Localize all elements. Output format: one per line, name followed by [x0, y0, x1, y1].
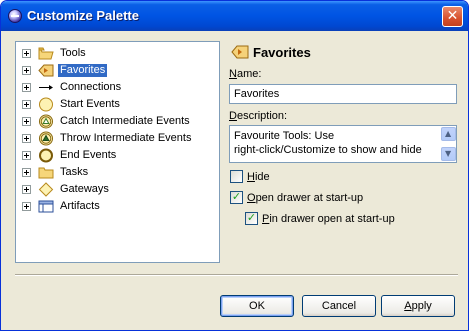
close-button[interactable]: ✕ — [442, 6, 463, 27]
eclipse-icon — [8, 9, 22, 23]
tree-item-tasks[interactable]: Tasks — [16, 164, 219, 181]
tree-item-label: Favorites — [58, 64, 108, 77]
expand-icon[interactable] — [22, 117, 31, 126]
end-event-icon — [39, 148, 53, 163]
check-icon: ✓ — [246, 211, 257, 224]
check-icon: ✓ — [231, 190, 242, 203]
separator — [15, 274, 458, 276]
ok-button[interactable]: OK — [220, 295, 294, 317]
expand-icon[interactable] — [22, 202, 31, 211]
expand-icon[interactable] — [22, 49, 31, 58]
expand-icon[interactable] — [22, 134, 31, 143]
customize-palette-dialog: Customize Palette ✕ Tools Favorites Conn… — [0, 0, 469, 331]
chevron-up-icon: ▲ — [445, 129, 452, 138]
tree-item-end-events[interactable]: End Events — [16, 147, 219, 164]
chevron-down-icon: ▼ — [445, 149, 452, 158]
favorites-icon — [231, 45, 249, 59]
start-event-icon — [39, 97, 53, 112]
pin-drawer-checkbox[interactable]: ✓ — [245, 211, 258, 225]
tree-item-label: Tools — [60, 47, 86, 59]
task-folder-icon — [38, 167, 54, 179]
tree-item-label: Tasks — [60, 166, 89, 178]
favorites-icon — [38, 64, 54, 77]
palette-tree[interactable]: Tools Favorites Connections Start Events — [15, 41, 220, 263]
tree-item-label: End Events — [60, 149, 117, 161]
tree-item-throw-intermediate-events[interactable]: Throw Intermediate Events — [16, 130, 219, 147]
open-drawer-checkbox[interactable]: ✓ — [230, 190, 243, 204]
expand-icon[interactable] — [22, 151, 31, 160]
expand-icon[interactable] — [22, 185, 31, 194]
description-field[interactable]: Favourite Tools: Use right-click/Customi… — [229, 125, 457, 163]
gateway-icon — [38, 182, 54, 197]
hide-label: Hide — [247, 171, 270, 183]
tree-item-artifacts[interactable]: Artifacts — [16, 198, 219, 215]
expand-icon[interactable] — [22, 66, 31, 75]
tree-item-label: Throw Intermediate Events — [60, 132, 192, 144]
scroll-down-button[interactable]: ▼ — [441, 147, 456, 161]
expand-icon[interactable] — [22, 100, 31, 109]
folder-icon — [38, 47, 54, 60]
tree-item-label: Artifacts — [60, 200, 100, 212]
connection-arrow-icon — [39, 85, 53, 90]
tree-item-start-events[interactable]: Start Events — [16, 96, 219, 113]
tree-item-connections[interactable]: Connections — [16, 79, 219, 96]
open-drawer-label: Open drawer at start-up — [247, 192, 364, 204]
tree-item-label: Gateways — [60, 183, 109, 195]
tree-item-catch-intermediate-events[interactable]: Catch Intermediate Events — [16, 113, 219, 130]
name-field[interactable] — [229, 84, 457, 104]
hide-checkbox[interactable] — [230, 170, 243, 183]
tree-item-label: Catch Intermediate Events — [60, 115, 190, 127]
expand-icon[interactable] — [22, 83, 31, 92]
tree-item-label: Start Events — [60, 98, 120, 110]
expand-icon[interactable] — [22, 168, 31, 177]
tree-item-favorites[interactable]: Favorites — [16, 62, 219, 79]
description-label: Description: — [229, 110, 288, 122]
name-label: Name: — [229, 68, 262, 80]
apply-button[interactable]: Apply — [381, 295, 455, 317]
scroll-up-button[interactable]: ▲ — [441, 127, 456, 141]
artifact-icon — [38, 200, 54, 213]
cancel-button[interactable]: Cancel — [302, 295, 376, 317]
pin-drawer-label: Pin drawer open at start-up — [262, 213, 395, 225]
description-scrollbar[interactable]: ▲ ▼ — [441, 126, 456, 162]
throw-event-icon — [39, 131, 53, 146]
title-bar[interactable]: Customize Palette ✕ — [1, 1, 468, 31]
catch-event-icon — [39, 114, 53, 129]
details-title: Favorites — [253, 45, 311, 60]
description-text: Favourite Tools: Use right-click/Customi… — [234, 130, 422, 156]
tree-item-gateways[interactable]: Gateways — [16, 181, 219, 198]
dialog-title: Customize Palette — [27, 8, 139, 23]
tree-item-label: Connections — [60, 81, 122, 93]
close-icon: ✕ — [446, 8, 459, 24]
tree-item-tools[interactable]: Tools — [16, 45, 219, 62]
